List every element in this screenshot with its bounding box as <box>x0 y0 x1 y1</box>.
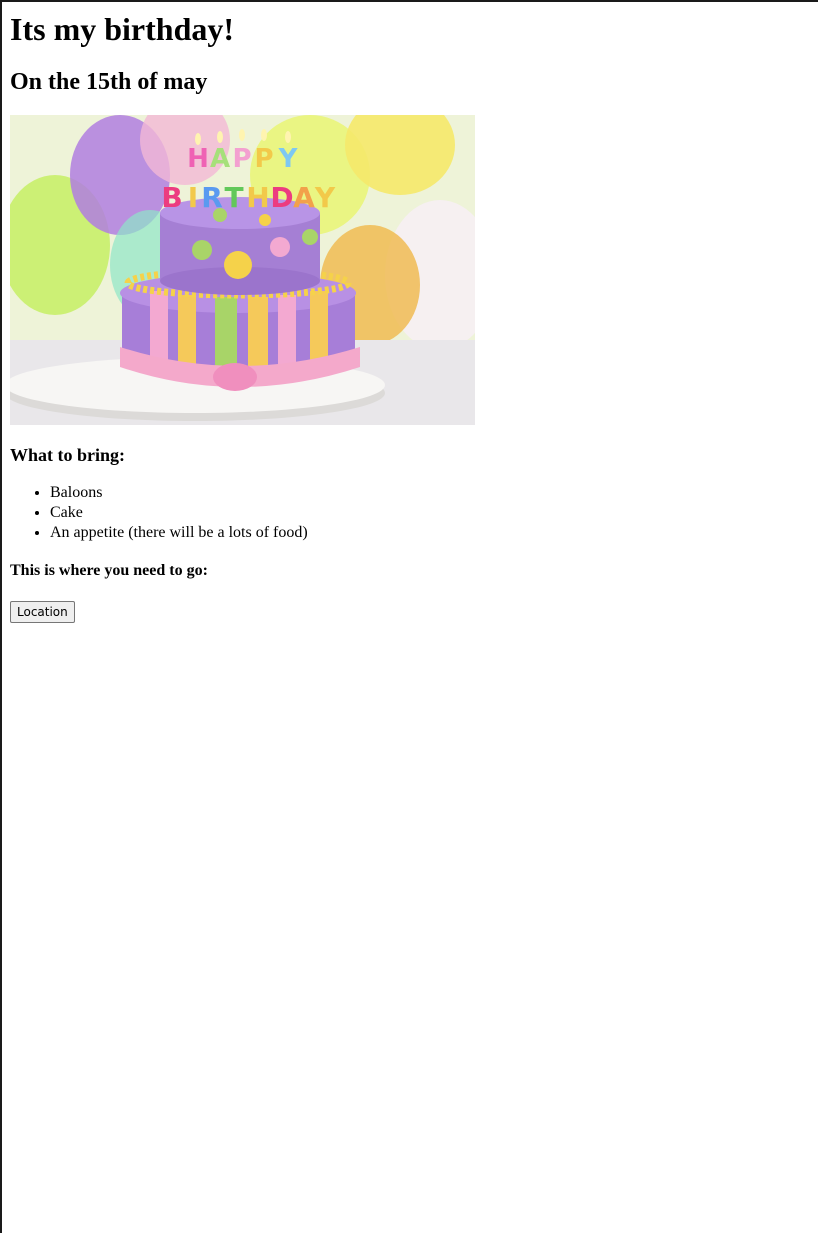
bring-heading: What to bring: <box>10 445 126 465</box>
bring-list: Baloons Cake An appetite (there will be … <box>10 483 810 543</box>
svg-text:B: B <box>161 181 182 214</box>
list-item: Cake <box>50 503 810 523</box>
svg-text:I: I <box>188 181 198 214</box>
svg-text:P: P <box>232 144 251 174</box>
svg-text:A: A <box>210 144 230 174</box>
window-left-border <box>0 0 2 1233</box>
svg-text:Y: Y <box>314 181 336 214</box>
page-title: Its my birthday! <box>10 11 235 47</box>
page-subtitle: On the 15th of may <box>10 69 208 95</box>
svg-text:H: H <box>246 181 269 214</box>
location-heading: This is where you need to go: <box>10 562 208 579</box>
list-item: Baloons <box>50 483 810 503</box>
svg-text:R: R <box>201 181 223 214</box>
svg-text:H: H <box>187 144 209 174</box>
page-content: Its my birthday! On the 15th of may H A … <box>10 0 810 623</box>
svg-text:D: D <box>270 181 293 214</box>
svg-text:T: T <box>224 181 243 214</box>
birthday-cake-image: H A P P Y B I R T H D A Y <box>10 115 475 425</box>
svg-text:Y: Y <box>278 144 299 174</box>
svg-text:A: A <box>293 181 315 214</box>
list-item: An appetite (there will be a lots of foo… <box>50 523 810 543</box>
svg-text:P: P <box>254 144 273 174</box>
location-button[interactable]: Location <box>10 601 75 623</box>
